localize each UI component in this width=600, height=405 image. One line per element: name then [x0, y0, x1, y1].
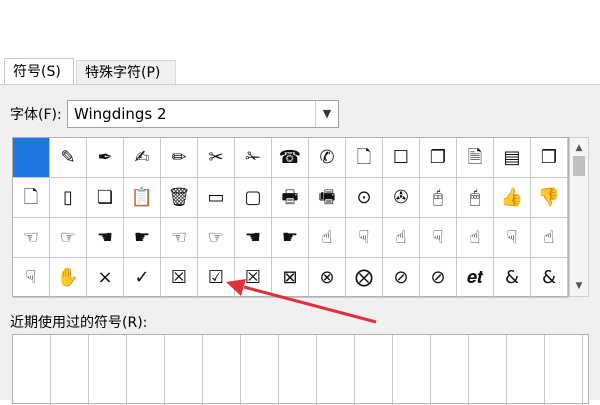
open-hand-symbol[interactable]: ✋: [50, 258, 87, 298]
open-scissors-symbol[interactable]: ✂: [198, 138, 235, 178]
marker-symbol[interactable]: ✏: [161, 138, 198, 178]
symbol-grid: ✎ ✒ ✍ ✏ ✂ ✁ ☎ ✆ 🗋 ☐ ❐ 🗎 ▤ ❒ 🗋 ▯ ❏ 📋 🗑 ▭ ▢ 🖶 🖷 ⊙ ✇ 🖰 🖱 👍 👎 ☜ ☞ ☚ ☛ ☜ ☞ ☚ ☛ ☝ ☟ ☝…: [12, 137, 569, 298]
recent-symbols-row: [12, 334, 589, 405]
pen-symbol[interactable]: ✒: [87, 138, 124, 178]
recent-symbol-cell[interactable]: [165, 335, 203, 405]
recent-symbol-cell[interactable]: [355, 335, 393, 405]
document-symbol[interactable]: 🗋: [346, 138, 383, 178]
portrait-page-symbol[interactable]: ▯: [50, 178, 87, 218]
hand-up-outline-2-symbol[interactable]: ☝: [457, 218, 494, 258]
recent-symbol-cell[interactable]: [279, 335, 317, 405]
mouse-alt-symbol[interactable]: 🖱: [457, 178, 494, 218]
hand-right-outline-2-symbol[interactable]: ☞: [198, 218, 235, 258]
blank-page-symbol[interactable]: 🗋: [13, 178, 50, 218]
recent-symbols-label: 近期使用过的符号(R):: [10, 315, 148, 331]
printer-symbol[interactable]: 🖶: [272, 178, 309, 218]
hand-left-outline-2-symbol[interactable]: ☜: [161, 218, 198, 258]
recent-symbol-cell[interactable]: [13, 335, 51, 405]
rounded-window-symbol[interactable]: ▢: [235, 178, 272, 218]
window-symbol[interactable]: ▭: [198, 178, 235, 218]
recent-symbol-cell[interactable]: [469, 335, 507, 405]
scissors-symbol[interactable]: ✁: [235, 138, 272, 178]
hand-down-solid-symbol[interactable]: ☟: [420, 218, 457, 258]
page-symbol[interactable]: ☐: [383, 138, 420, 178]
lined-document-symbol[interactable]: ▤: [494, 138, 531, 178]
recent-symbol-cell[interactable]: [393, 335, 431, 405]
ampersand-symbol[interactable]: &: [531, 258, 568, 298]
pencil-symbol[interactable]: ✎: [50, 138, 87, 178]
pages-symbol[interactable]: ❐: [420, 138, 457, 178]
recent-symbol-cell[interactable]: [545, 335, 583, 405]
tab-symbols[interactable]: 符号(S): [4, 58, 74, 84]
recent-symbol-cell[interactable]: [203, 335, 241, 405]
hand-up-outline-symbol[interactable]: ☝: [309, 218, 346, 258]
disc-symbol[interactable]: ⊙: [346, 178, 383, 218]
et-ligature-symbol[interactable]: 𝒆𝒕: [457, 258, 494, 298]
fax-symbol[interactable]: 🖷: [309, 178, 346, 218]
selected-blank-symbol[interactable]: [13, 138, 50, 178]
circled-x-bold-symbol[interactable]: ⨂: [346, 258, 383, 298]
scroll-down-icon[interactable]: ▼: [570, 278, 588, 294]
scroll-thumb[interactable]: [573, 156, 585, 176]
chevron-down-icon[interactable]: ▼: [315, 101, 338, 127]
font-label: 字体(F):: [10, 107, 62, 123]
mouse-symbol[interactable]: 🖰: [420, 178, 457, 218]
text-document-symbol[interactable]: 🗎: [457, 138, 494, 178]
hand-right-solid-2-symbol[interactable]: ☛: [272, 218, 309, 258]
clipboard-symbol[interactable]: 📋: [124, 178, 161, 218]
hand-up-solid-symbol[interactable]: ☝: [383, 218, 420, 258]
font-select[interactable]: Wingdings 2 ▼: [67, 100, 339, 128]
recent-symbol-cell[interactable]: [89, 335, 127, 405]
tape-symbol[interactable]: ✇: [383, 178, 420, 218]
handset-symbol[interactable]: ✆: [309, 138, 346, 178]
grid-scrollbar[interactable]: ▲ ▼: [569, 137, 589, 297]
hand-down-outline-2-symbol[interactable]: ☟: [494, 218, 531, 258]
boxed-x-symbol[interactable]: ☒: [161, 258, 198, 298]
recent-symbol-cell[interactable]: [241, 335, 279, 405]
prohibited-symbol[interactable]: ⊘: [383, 258, 420, 298]
recent-symbol-cell[interactable]: [317, 335, 355, 405]
recent-symbol-cell[interactable]: [51, 335, 89, 405]
boxed-x-bold-symbol[interactable]: ⊠: [272, 258, 309, 298]
multiply-symbol[interactable]: ×: [87, 258, 124, 298]
tab-special-characters[interactable]: 特殊字符(P): [76, 60, 176, 84]
thumbs-down-symbol[interactable]: 👎: [531, 178, 568, 218]
scroll-up-icon[interactable]: ▲: [570, 140, 588, 156]
recent-symbol-cell[interactable]: [127, 335, 165, 405]
hand-right-solid-symbol[interactable]: ☛: [124, 218, 161, 258]
prohibited-bold-symbol[interactable]: ⊘: [420, 258, 457, 298]
stacked-pages-symbol[interactable]: ❒: [531, 138, 568, 178]
circled-x-symbol[interactable]: ⊗: [309, 258, 346, 298]
trash-can-symbol[interactable]: 🗑: [161, 178, 198, 218]
boxed-check-symbol[interactable]: ☑: [198, 258, 235, 298]
recent-symbol-cell[interactable]: [431, 335, 469, 405]
font-select-value: Wingdings 2: [74, 105, 167, 123]
recent-symbol-cell[interactable]: [507, 335, 545, 405]
hand-down-solid-2-symbol[interactable]: ☟: [13, 258, 50, 298]
thumbs-up-symbol[interactable]: 👍: [494, 178, 531, 218]
ampersand-bold-symbol[interactable]: &: [494, 258, 531, 298]
hand-left-solid-symbol[interactable]: ☚: [87, 218, 124, 258]
hand-right-outline-symbol[interactable]: ☞: [50, 218, 87, 258]
copy-pages-symbol[interactable]: ❏: [87, 178, 124, 218]
tab-bar: 符号(S) 特殊字符(P): [0, 58, 600, 84]
check-mark-symbol[interactable]: ✓: [124, 258, 161, 298]
brush-symbol[interactable]: ✍: [124, 138, 161, 178]
telephone-symbol[interactable]: ☎: [272, 138, 309, 178]
hand-left-solid-2-symbol[interactable]: ☚: [235, 218, 272, 258]
boxed-x-thin-symbol[interactable]: ☒: [235, 258, 272, 298]
hand-down-outline-symbol[interactable]: ☟: [346, 218, 383, 258]
hand-left-outline-symbol[interactable]: ☜: [13, 218, 50, 258]
hand-up-solid-2-symbol[interactable]: ☝: [531, 218, 568, 258]
